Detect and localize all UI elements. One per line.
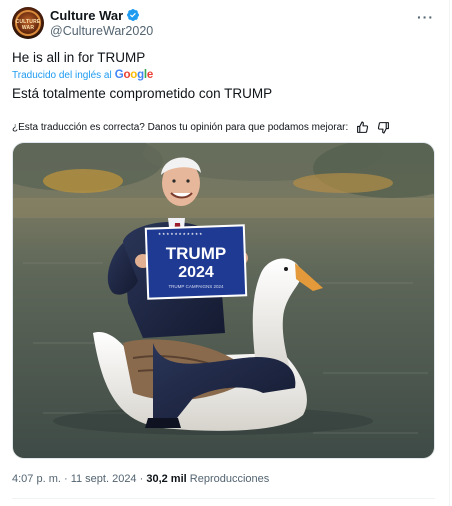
- verified-badge-icon: [127, 9, 140, 21]
- user-handle[interactable]: @CultureWar2020: [50, 24, 153, 38]
- meta-separator: ·: [60, 473, 71, 485]
- google-logo: Google: [114, 69, 154, 81]
- feedback-question: ¿Esta traducción es correcta? Danos tu o…: [12, 121, 349, 133]
- tweet-header: CULTURE WAR Culture War @CultureWar2020 …: [12, 7, 442, 41]
- translated-label: Traducido del inglés al: [12, 69, 112, 81]
- tweet-meta: 4:07 p. m. · 11 sept. 2024 · 30,2 mil Re…: [12, 473, 269, 485]
- divider: [12, 498, 435, 499]
- divider: [449, 0, 450, 506]
- avatar[interactable]: CULTURE WAR: [12, 7, 44, 39]
- views-label: Reproducciones: [186, 473, 270, 485]
- tweet-image[interactable]: ★ ★ ★ ★ ★ ★ ★ ★ ★ ★ ★ TRUMP 2024 TRUMP C…: [12, 142, 435, 459]
- svg-text:★ ★ ★ ★ ★ ★ ★ ★ ★ ★ ★: ★ ★ ★ ★ ★ ★ ★ ★ ★ ★ ★: [158, 232, 202, 236]
- tweet-date[interactable]: 11 sept. 2024: [71, 473, 137, 485]
- sign-line-2: 2024: [178, 264, 214, 281]
- sign-line-1: TRUMP: [166, 244, 226, 263]
- translation-source-link[interactable]: Traducido del inglés al Google: [12, 69, 153, 81]
- thumbs-down-icon[interactable]: [377, 121, 390, 134]
- display-name[interactable]: Culture War: [50, 8, 123, 23]
- thumbs-up-icon[interactable]: [356, 121, 369, 134]
- more-options-icon[interactable]: ···: [417, 9, 434, 25]
- avatar-logo-text: CULTURE WAR: [15, 19, 41, 31]
- name-row: Culture War: [50, 7, 140, 23]
- tweet-text: He is all in for TRUMP: [12, 50, 146, 65]
- tweet-card: CULTURE WAR Culture War @CultureWar2020 …: [0, 0, 452, 506]
- goose-photo: ★ ★ ★ ★ ★ ★ ★ ★ ★ ★ ★ TRUMP 2024 TRUMP C…: [13, 143, 434, 458]
- meta-separator: ·: [136, 473, 147, 485]
- sign-small-text: TRUMP CAMPAIGNS 2024: [168, 284, 224, 289]
- translation-feedback: ¿Esta traducción es correcta? Danos tu o…: [12, 120, 422, 134]
- tweet-time[interactable]: 4:07 p. m.: [12, 473, 61, 485]
- translated-text: Está totalmente comprometido con TRUMP: [12, 86, 273, 101]
- trump-sign: ★ ★ ★ ★ ★ ★ ★ ★ ★ ★ ★ TRUMP 2024 TRUMP C…: [144, 224, 248, 300]
- views-count[interactable]: 30,2 mil: [146, 473, 186, 485]
